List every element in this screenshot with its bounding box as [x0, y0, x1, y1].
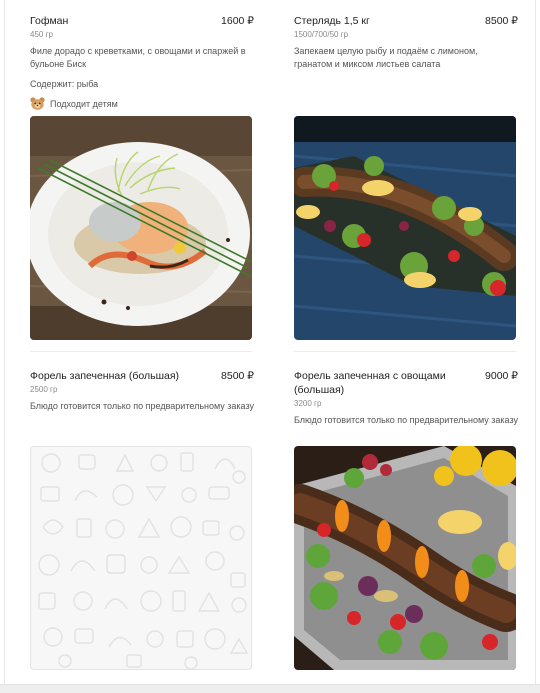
dish-photo-icon	[294, 446, 516, 670]
item-header: Форель запеченная с овощами (большая) 90…	[294, 369, 518, 397]
item-header: Гофман 1600 ₽	[30, 14, 254, 28]
item-photo[interactable]	[294, 446, 516, 670]
bear-icon	[30, 97, 45, 110]
item-weight: 450 гр	[30, 30, 53, 39]
panel-right-border	[535, 0, 536, 684]
item-photo[interactable]	[30, 116, 252, 340]
item-weight: 2500 гр	[30, 385, 58, 394]
item-photo[interactable]	[294, 116, 516, 340]
item-weight: 1500/700/50 гр	[294, 30, 349, 39]
dish-photo-icon	[30, 116, 252, 340]
item-weight: 3200 гр	[294, 399, 322, 408]
item-description: Филе дорадо с креветками, с овощами и сп…	[30, 46, 246, 69]
row-divider	[30, 351, 252, 352]
item-photo-placeholder[interactable]	[30, 446, 252, 670]
item-header: Стерлядь 1,5 кг 8500 ₽	[294, 14, 518, 28]
item-description: Запекаем целую рыбу и подаём с лимоном, …	[294, 46, 478, 69]
item-price: 1600 ₽	[221, 15, 254, 27]
row-divider	[294, 351, 516, 352]
panel-left-border	[4, 0, 5, 684]
menu-item-card[interactable]: Гофман 1600 ₽ 450 гр Филе дорадо с креве…	[30, 14, 254, 340]
kids-badge: Подходит детям	[30, 97, 254, 110]
item-price: 8500 ₽	[221, 370, 254, 382]
dish-photo-icon	[294, 116, 516, 340]
item-price: 8500 ₽	[485, 15, 518, 27]
food-pattern-placeholder-icon	[38, 452, 249, 669]
item-price: 9000 ₽	[485, 370, 518, 382]
item-allergens: Содержит: рыба	[30, 79, 99, 89]
item-header: Форель запеченная (большая) 8500 ₽	[30, 369, 254, 383]
item-description: Блюдо готовится только по предварительно…	[30, 401, 254, 411]
kids-label: Подходит детям	[50, 98, 118, 109]
menu-item-card[interactable]: Стерлядь 1,5 кг 8500 ₽ 1500/700/50 гр За…	[294, 14, 518, 340]
item-description: Блюдо готовится только по предварительно…	[294, 415, 518, 425]
menu-item-card[interactable]: Форель запеченная с овощами (большая) 90…	[294, 369, 518, 670]
menu-item-card[interactable]: Форель запеченная (большая) 8500 ₽ 2500 …	[30, 369, 254, 670]
